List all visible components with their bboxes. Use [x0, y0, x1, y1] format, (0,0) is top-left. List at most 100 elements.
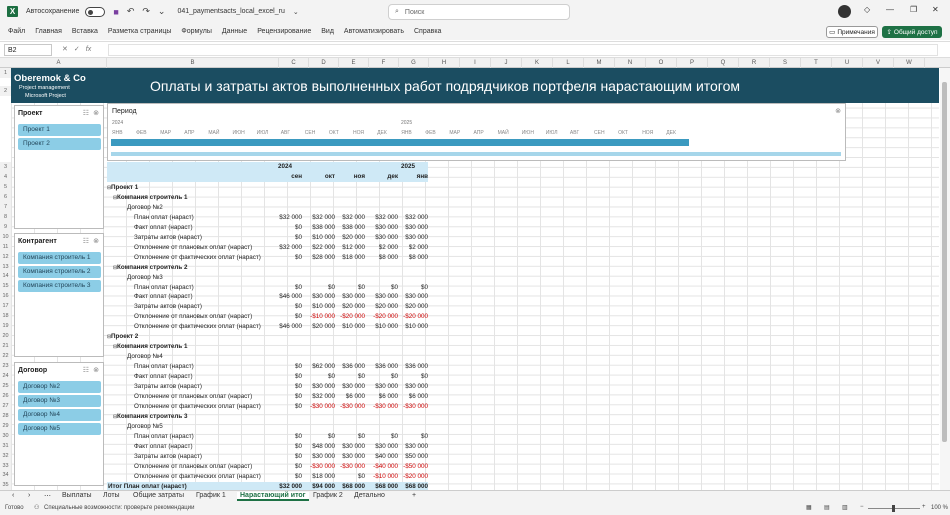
column-header-I[interactable]: I — [460, 58, 491, 68]
column-header-B[interactable]: B — [107, 58, 279, 68]
timeline-month[interactable]: ОКТ — [329, 130, 339, 136]
slicer-item[interactable]: Проект 2 — [18, 138, 101, 150]
autosave-toggle[interactable] — [85, 6, 106, 17]
restore-icon[interactable]: ❐ — [910, 5, 917, 14]
ribbon-tab-7[interactable]: Вид — [321, 28, 334, 35]
slicer-item[interactable]: Договор №5 — [18, 423, 101, 435]
timeline-month[interactable]: МАР — [160, 130, 171, 136]
row-header-8[interactable]: 8 — [0, 211, 11, 222]
timeline-month[interactable]: ЯНВ — [112, 130, 123, 136]
slicer-item[interactable]: Компания строитель 2 — [18, 266, 101, 278]
zoom-in-icon[interactable]: + — [922, 504, 926, 510]
zoom-level[interactable]: 100 % — [931, 505, 948, 511]
slicer-item[interactable]: Договор №4 — [18, 409, 101, 421]
row-header-20[interactable]: 20 — [0, 331, 11, 342]
slicer-item[interactable]: Договор №2 — [18, 381, 101, 393]
row-header-30[interactable]: 30 — [0, 430, 11, 441]
timeline-month[interactable]: НОЯ — [353, 130, 364, 136]
share-button[interactable]: ⇪ Общий доступ — [882, 26, 942, 38]
timeline-month[interactable]: ОКТ — [618, 130, 628, 136]
row-header-26[interactable]: 26 — [0, 390, 11, 401]
clear-filter-icon[interactable]: ⊗ — [93, 109, 99, 117]
clear-filter-icon[interactable]: ⊗ — [93, 237, 99, 245]
ribbon-tab-2[interactable]: Вставка — [72, 28, 98, 35]
timeline-month[interactable]: ДЕК — [666, 130, 676, 136]
column-header-H[interactable]: H — [429, 58, 460, 68]
slicer-item[interactable]: Компания строитель 3 — [18, 280, 101, 292]
column-header-M[interactable]: M — [584, 58, 615, 68]
row-header-28[interactable]: 28 — [0, 410, 11, 421]
timeline-month[interactable]: АПР — [474, 130, 484, 136]
row-header-32[interactable]: 32 — [0, 450, 11, 461]
column-header-U[interactable]: U — [832, 58, 863, 68]
timeline-month[interactable]: ФЕВ — [425, 130, 435, 136]
sheet-tab[interactable]: График 2 — [313, 492, 343, 499]
multiselect-icon[interactable]: ☷ — [83, 109, 89, 117]
column-header-C[interactable]: C — [279, 58, 309, 68]
row-label[interactable]: Проект 2 — [111, 332, 138, 342]
normal-view-icon[interactable]: ▦ — [806, 504, 812, 511]
vertical-scrollbar[interactable] — [940, 68, 950, 490]
row-header-31[interactable]: 31 — [0, 440, 11, 451]
row-header-14[interactable]: 14 — [0, 271, 11, 282]
column-header-R[interactable]: R — [739, 58, 770, 68]
ribbon-tab-1[interactable]: Главная — [35, 28, 62, 35]
avatar[interactable] — [838, 5, 851, 18]
row-header-35[interactable]: 35 — [0, 480, 11, 491]
row-header-25[interactable]: 25 — [0, 380, 11, 391]
timeline-month[interactable]: ИЮН — [522, 130, 534, 136]
row-header-16[interactable]: 16 — [0, 291, 11, 302]
row-header-33[interactable]: 33 — [0, 460, 11, 471]
year-2024[interactable]: 2024 — [278, 162, 292, 172]
add-sheet-icon[interactable]: + — [412, 492, 416, 499]
row-header-4[interactable]: 4 — [0, 171, 11, 182]
row-header-15[interactable]: 15 — [0, 281, 11, 292]
row-header-6[interactable]: 6 — [0, 191, 11, 202]
diamond-icon[interactable]: ◇ — [864, 5, 870, 14]
name-box[interactable]: B2 — [4, 44, 52, 56]
file-name[interactable]: 041_paymentsacts_local_excel_ru — [177, 8, 284, 15]
clear-filter-icon[interactable]: ⊗ — [835, 107, 841, 115]
row-header-9[interactable]: 9 — [0, 221, 11, 232]
row-label[interactable]: Компания строитель 3 — [117, 412, 188, 422]
timeline-month[interactable]: АПР — [184, 130, 194, 136]
close-icon[interactable]: ✕ — [932, 5, 939, 14]
column-header-A[interactable]: A — [11, 58, 107, 68]
timeline-month[interactable]: НОЯ — [642, 130, 653, 136]
ribbon-tab-9[interactable]: Справка — [414, 28, 441, 35]
fx-icon[interactable]: ✕ ✓ fx — [62, 45, 91, 53]
pivot-table[interactable]: 2024 2025 сен окт ноя дек янв ⊟ Проект 1 ⊟ Компани… — [107, 162, 428, 492]
row-label[interactable]: Компания строитель 1 — [117, 193, 188, 203]
timeline-month[interactable]: АВГ — [570, 130, 579, 136]
filename-chevron-icon[interactable]: ⌄ — [293, 8, 299, 16]
ribbon-tab-8[interactable]: Автоматизировать — [344, 28, 404, 35]
page-break-icon[interactable]: ▥ — [842, 504, 848, 511]
column-header-J[interactable]: J — [491, 58, 522, 68]
slicer-item[interactable]: Договор №3 — [18, 395, 101, 407]
row-header-21[interactable]: 21 — [0, 341, 11, 352]
timeline-month[interactable]: МАР — [449, 130, 460, 136]
timeline-month[interactable]: МАЙ — [498, 130, 509, 136]
row-header-18[interactable]: 18 — [0, 311, 11, 322]
column-header-P[interactable]: P — [677, 58, 708, 68]
ribbon-tab-5[interactable]: Данные — [222, 28, 247, 35]
accessibility-status[interactable]: Специальные возможности: проверьте реком… — [44, 505, 194, 511]
sheet-tab[interactable]: Выплаты — [62, 492, 92, 499]
row-header-17[interactable]: 17 — [0, 301, 11, 312]
sheet-tab[interactable]: Нарастающий итог — [237, 492, 309, 501]
multiselect-icon[interactable]: ☷ — [83, 366, 89, 374]
notes-button[interactable]: ▭ Примечания — [826, 26, 878, 38]
row-header-1[interactable]: 1 — [0, 68, 11, 78]
row-header-5[interactable]: 5 — [0, 181, 11, 192]
column-header-T[interactable]: T — [801, 58, 832, 68]
row-header-34[interactable]: 34 — [0, 470, 11, 481]
clear-filter-icon[interactable]: ⊗ — [93, 366, 99, 374]
row-header-7[interactable]: 7 — [0, 201, 11, 212]
timeline-month[interactable]: МАЙ — [208, 130, 219, 136]
year-2025[interactable]: 2025 — [401, 162, 415, 172]
timeline-month[interactable]: СЕН — [305, 130, 316, 136]
sheet-tab[interactable]: Детально — [354, 492, 385, 499]
row-header-29[interactable]: 29 — [0, 420, 11, 431]
timeline-month[interactable]: СЕН — [594, 130, 605, 136]
page-layout-icon[interactable]: ▤ — [824, 504, 830, 511]
